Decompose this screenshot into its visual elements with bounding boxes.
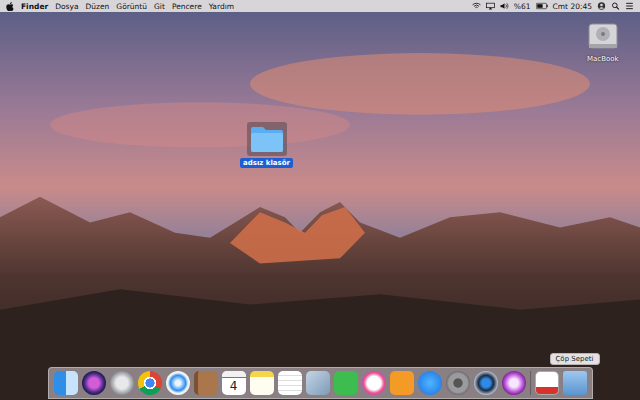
chrome-icon <box>138 371 162 395</box>
dock-item[interactable] <box>418 371 442 395</box>
dock-item[interactable] <box>474 371 498 395</box>
dock-item[interactable] <box>502 371 526 395</box>
dock-item[interactable] <box>194 371 218 395</box>
dock-item[interactable]: Çöp Sepeti <box>563 371 587 395</box>
desktop-screen: Finder Dosya Düzen Görüntü Git Pencere Yardım%… <box>0 0 640 400</box>
search-icon[interactable] <box>611 2 620 10</box>
dock-item[interactable] <box>82 371 106 395</box>
menu-item[interactable]: Düzen <box>86 2 110 11</box>
quicktime-icon <box>474 371 498 395</box>
volume-icon[interactable] <box>500 2 509 10</box>
finder-icon <box>54 371 78 395</box>
dock-item[interactable] <box>535 371 559 395</box>
menu-item[interactable]: Git <box>154 2 165 11</box>
notes-icon <box>250 371 274 395</box>
wallpaper <box>0 12 640 400</box>
facetime-icon <box>334 371 358 395</box>
airplay-icon[interactable] <box>486 2 495 10</box>
menu-item[interactable]: Görüntü <box>116 2 147 11</box>
itunes-icon <box>362 371 386 395</box>
settings-icon <box>446 371 470 395</box>
desktop-icon[interactable]: adsız klasör <box>240 122 293 168</box>
desktop-icon[interactable]: MacBook <box>584 22 622 64</box>
app-menu[interactable]: Finder <box>21 2 48 11</box>
notification-list-icon[interactable] <box>625 2 634 10</box>
dock-item[interactable] <box>306 371 330 395</box>
menu-item[interactable]: Pencere <box>172 2 202 11</box>
reminders-icon <box>278 371 302 395</box>
menu-item[interactable]: Yardım <box>209 2 234 11</box>
dock-item[interactable] <box>446 371 470 395</box>
appstore-icon <box>418 371 442 395</box>
folder-icon <box>249 124 285 154</box>
textedit-icon <box>535 371 559 395</box>
ibooks-icon <box>390 371 414 395</box>
siri-icon <box>82 371 106 395</box>
dock-item[interactable] <box>278 371 302 395</box>
safari-icon <box>166 371 190 395</box>
preview-icon <box>306 371 330 395</box>
trash-icon <box>563 371 587 395</box>
launchpad-icon <box>110 371 134 395</box>
menu-bar: Finder Dosya Düzen Görüntü Git Pencere Yardım%… <box>0 0 640 12</box>
user-icon[interactable] <box>597 2 606 10</box>
menu-item[interactable]: Dosya <box>55 2 78 11</box>
dock-item[interactable] <box>362 371 386 395</box>
hard-drive-icon <box>585 22 621 52</box>
battery-icon[interactable] <box>536 2 548 10</box>
apple-icon[interactable] <box>6 2 14 11</box>
dock-item[interactable] <box>166 371 190 395</box>
clock[interactable]: Cmt 20:45 <box>553 2 592 11</box>
contacts-icon <box>194 371 218 395</box>
status-area: %61 Cmt 20:45 <box>472 2 634 11</box>
dock-item[interactable]: 4 <box>222 371 246 395</box>
desktop-icon-label: adsız klasör <box>240 158 293 168</box>
dock-item[interactable] <box>54 371 78 395</box>
wifi-icon[interactable] <box>472 2 481 10</box>
photobooth-icon <box>502 371 526 395</box>
desktop-icon-label: MacBook <box>584 54 622 64</box>
dock: 4 Çöp Sepeti <box>48 367 593 399</box>
dock-tooltip: Çöp Sepeti <box>549 353 599 365</box>
dock-item[interactable] <box>138 371 162 395</box>
calendar-icon: 4 <box>222 371 246 395</box>
desktop: MacBook adsız klasör 4 Çöp Sepeti <box>0 12 640 400</box>
battery-percent: %61 <box>514 2 531 11</box>
dock-item[interactable] <box>334 371 358 395</box>
dock-separator <box>530 371 531 395</box>
dock-item[interactable] <box>390 371 414 395</box>
dock-item[interactable] <box>250 371 274 395</box>
dock-item[interactable] <box>110 371 134 395</box>
